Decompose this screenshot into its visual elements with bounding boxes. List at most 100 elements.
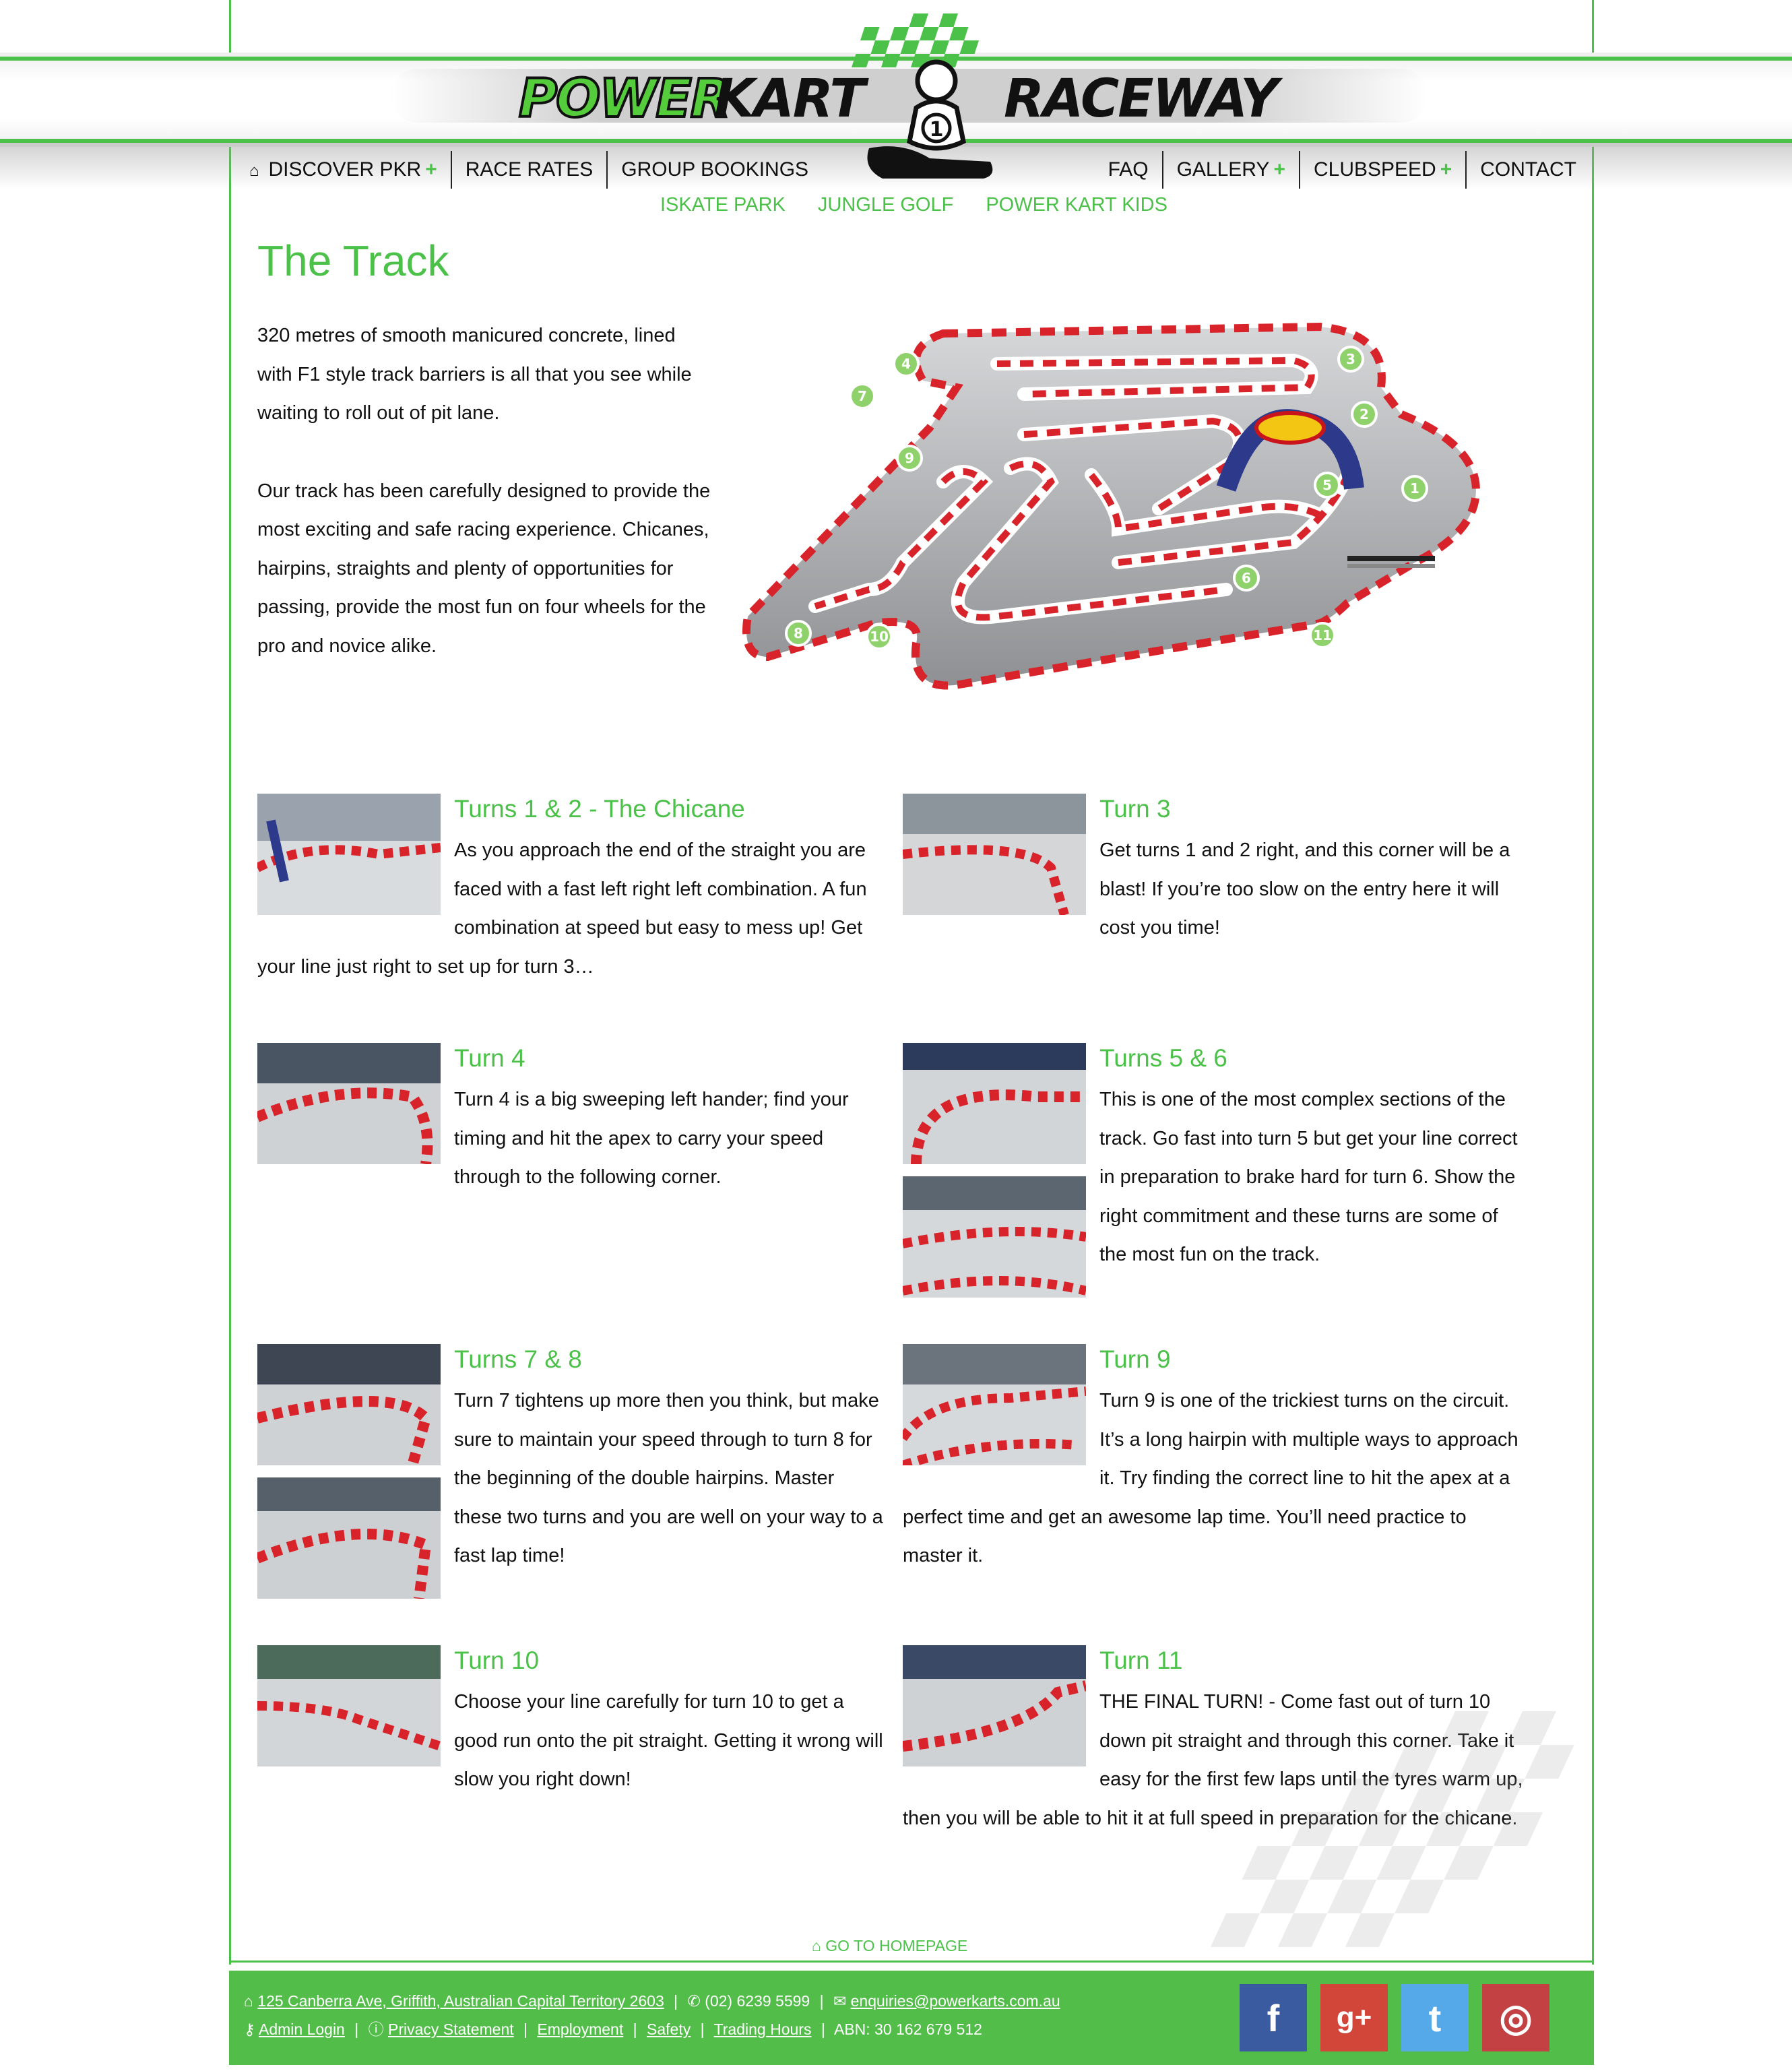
- intro-paragraph: 320 metres of smooth manicured concrete,…: [257, 325, 692, 424]
- nav-gallery[interactable]: GALLERY +: [1163, 151, 1300, 189]
- go-to-homepage-label: GO TO HOMEPAGE: [825, 1937, 968, 1954]
- track-map: 1 2 3 4 5 6 7 8 9 10 11: [742, 322, 1480, 690]
- turn-block: Turn 4 Turn 4 is a big sweeping left han…: [257, 1043, 884, 1197]
- nav-contact-label: CONTACT: [1480, 158, 1576, 181]
- turn-photo[interactable]: [903, 1176, 1086, 1298]
- turn-photo[interactable]: [903, 1645, 1086, 1766]
- footer-abn: ABN: 30 162 679 512: [833, 2020, 982, 2038]
- site-footer: ⌂ 125 Canberra Ave, Griffith, Australian…: [229, 1971, 1594, 2065]
- key-icon: ⚷: [244, 2020, 255, 2038]
- turn-badge-label: 3: [1346, 351, 1355, 367]
- turn-photo[interactable]: [257, 1344, 441, 1465]
- footer-privacy-link[interactable]: Privacy Statement: [388, 2020, 514, 2038]
- home-icon: ⌂: [812, 1937, 821, 1954]
- turn-photo[interactable]: [257, 1043, 441, 1164]
- twitter-icon: t: [1428, 1996, 1442, 2039]
- footer-admin-login-link[interactable]: Admin Login: [259, 2020, 345, 2038]
- footer-phone: (02) 6239 5599: [705, 1992, 810, 2010]
- logo-raceway-text: RACEWAY: [1004, 69, 1279, 129]
- google-plus-button[interactable]: g+: [1320, 1984, 1388, 2051]
- turn-badge-label: 8: [794, 625, 803, 641]
- turn-photo[interactable]: [257, 794, 441, 915]
- nav-group-bookings[interactable]: GROUP BOOKINGS: [608, 151, 822, 189]
- turn-badge-label: 5: [1322, 477, 1332, 493]
- sub-nav: ISKATE PARK JUNGLE GOLF POWER KART KIDS: [660, 194, 1167, 216]
- logo-power-text: POWER: [517, 67, 732, 131]
- nav-group-bookings-label: GROUP BOOKINGS: [621, 158, 809, 181]
- turn-block: Turn 9 Turn 9 is one of the trickiest tu…: [903, 1344, 1529, 1576]
- subnav-power-kart-kids[interactable]: POWER KART KIDS: [986, 194, 1167, 216]
- turn-block: Turns 1 & 2 - The Chicane As you approac…: [257, 794, 884, 986]
- nav-race-rates[interactable]: RACE RATES: [452, 151, 608, 189]
- footer-safety-link[interactable]: Safety: [647, 2020, 691, 2038]
- turn-badge-label: 1: [1410, 480, 1419, 497]
- footer-line-links: ⚷ Admin Login | ⓘ Privacy Statement | Em…: [244, 2015, 1060, 2043]
- footer-email-link[interactable]: enquiries@powerkarts.com.au: [851, 1992, 1060, 2010]
- turn-block: Turns 7 & 8 Turn 7 tightens up more then…: [257, 1344, 884, 1611]
- turn-badge-label: 9: [905, 450, 914, 466]
- intro-paragraph: Our track has been carefully designed to…: [257, 480, 711, 657]
- expand-plus-icon: +: [425, 158, 437, 181]
- footer-separator: |: [354, 2020, 359, 2038]
- turn-badge-label: 7: [858, 388, 867, 404]
- instagram-icon: ◎: [1499, 1996, 1533, 2039]
- nav-clubspeed-label: CLUBSPEED: [1313, 158, 1436, 181]
- info-icon: ⓘ: [368, 2020, 384, 2038]
- footer-line-contact: ⌂ 125 Canberra Ave, Griffith, Australian…: [244, 1987, 1060, 2015]
- turn-photo[interactable]: [257, 1645, 441, 1766]
- footer-separator: |: [700, 2020, 705, 2038]
- nav-discover-pkr[interactable]: ⌂ DISCOVER PKR +: [236, 151, 452, 189]
- expand-plus-icon: +: [1440, 158, 1452, 181]
- nav-discover-pkr-label: DISCOVER PKR: [268, 158, 422, 181]
- turn-badge-label: 6: [1242, 570, 1251, 586]
- turn-photo[interactable]: [903, 1043, 1086, 1164]
- nav-faq[interactable]: FAQ: [1095, 151, 1163, 189]
- nav-faq-label: FAQ: [1108, 158, 1149, 181]
- page-frame-bottom: [229, 1961, 1594, 1963]
- turn-badge-label: 4: [901, 356, 911, 372]
- subnav-iskate-park[interactable]: ISKATE PARK: [660, 194, 786, 216]
- checkered-flag-watermark: [1210, 1711, 1574, 1947]
- footer-address-link[interactable]: 125 Canberra Ave, Griffith, Australian C…: [257, 1992, 664, 2010]
- subnav-jungle-golf[interactable]: JUNGLE GOLF: [818, 194, 953, 216]
- intro-text: 320 metres of smooth manicured concrete,…: [257, 317, 715, 705]
- footer-separator: |: [633, 2020, 637, 2038]
- footer-info: ⌂ 125 Canberra Ave, Griffith, Australian…: [244, 1987, 1060, 2043]
- facebook-button[interactable]: f: [1240, 1984, 1307, 2051]
- footer-separator: |: [821, 2020, 825, 2038]
- nav-race-rates-label: RACE RATES: [465, 158, 594, 181]
- nav-contact[interactable]: CONTACT: [1467, 151, 1590, 189]
- turn-photo[interactable]: [257, 1477, 441, 1599]
- footer-separator: |: [819, 1992, 824, 2010]
- go-to-homepage-link[interactable]: ⌂ GO TO HOMEPAGE: [812, 1937, 967, 1955]
- turn-badge-label: 11: [1313, 627, 1332, 643]
- phone-icon: ✆: [687, 1992, 701, 2010]
- turn-block: Turn 10 Choose your line carefully for t…: [257, 1645, 884, 1799]
- twitter-button[interactable]: t: [1401, 1984, 1469, 2051]
- turn-photo[interactable]: [903, 794, 1086, 915]
- turn-badge-label: 2: [1359, 406, 1369, 422]
- home-icon: ⌂: [249, 162, 259, 180]
- turn-block: Turn 3 Get turns 1 and 2 right, and this…: [903, 794, 1529, 948]
- google-plus-icon: g+: [1336, 2001, 1372, 2034]
- footer-separator: |: [674, 1992, 678, 2010]
- main-nav-left: ⌂ DISCOVER PKR + RACE RATES GROUP BOOKINGS: [236, 150, 822, 190]
- turn-block: Turns 5 & 6 This is one of the most comp…: [903, 1043, 1529, 1310]
- logo-kart-text: KART: [714, 69, 866, 129]
- kart-number: 1: [930, 118, 944, 141]
- turn-photo[interactable]: [903, 1344, 1086, 1465]
- facebook-icon: f: [1267, 1996, 1280, 2039]
- expand-plus-icon: +: [1273, 158, 1285, 181]
- kart-driver-icon: 1: [867, 59, 993, 179]
- footer-employment-link[interactable]: Employment: [537, 2020, 623, 2038]
- footer-separator: |: [523, 2020, 528, 2038]
- footer-trading-hours-link[interactable]: Trading Hours: [714, 2020, 812, 2038]
- turn-badge-label: 10: [870, 629, 889, 645]
- page-title: The Track: [257, 236, 449, 285]
- home-icon: ⌂: [244, 1992, 253, 2010]
- nav-clubspeed[interactable]: CLUBSPEED +: [1300, 151, 1467, 189]
- instagram-button[interactable]: ◎: [1482, 1984, 1549, 2051]
- mail-icon: ✉: [833, 1992, 847, 2010]
- main-nav-right: FAQ GALLERY + CLUBSPEED + CONTACT: [1095, 150, 1590, 190]
- nav-gallery-label: GALLERY: [1176, 158, 1270, 181]
